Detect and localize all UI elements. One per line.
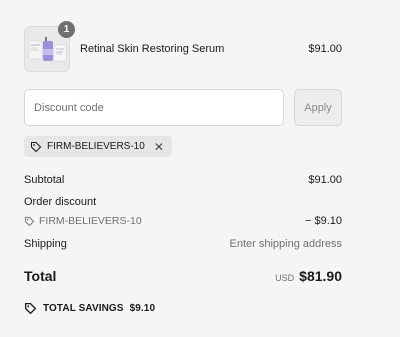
total-value: $81.90: [299, 268, 342, 284]
order-discount-code-group: FIRM-BELIEVERS-10: [24, 215, 142, 227]
apply-button[interactable]: Apply: [294, 89, 342, 126]
close-icon[interactable]: ✕: [154, 141, 164, 153]
subtotal-row: Subtotal $91.00: [24, 174, 342, 186]
total-savings: TOTAL SAVINGS $9.10: [24, 302, 155, 315]
applied-discount-tag: FIRM-BELIEVERS-10 ✕: [24, 136, 172, 157]
total-amount: USD $81.90: [275, 268, 342, 284]
tag-icon: [24, 216, 35, 226]
applied-discount-code: FIRM-BELIEVERS-10: [47, 141, 145, 152]
product-thumbnail: 1: [24, 21, 75, 72]
shipping-value: Enter shipping address: [229, 238, 342, 250]
line-item: 1 Retinal Skin Restoring Serum $91.00: [24, 21, 342, 72]
order-discount-detail-row: FIRM-BELIEVERS-10 − $9.10: [24, 215, 342, 227]
price-tag-icon: [24, 302, 37, 315]
total-savings-label: TOTAL SAVINGS: [43, 303, 124, 314]
quantity-badge: 1: [58, 21, 75, 38]
order-discount-code: FIRM-BELIEVERS-10: [39, 215, 142, 227]
tag-icon: [31, 141, 42, 152]
order-discount-row: Order discount: [24, 196, 342, 208]
total-label: Total: [24, 268, 57, 284]
product-price: $91.00: [308, 43, 342, 55]
discount-row: Apply: [24, 89, 342, 126]
total-row: Total USD $81.90: [24, 268, 342, 284]
total-savings-value: $9.10: [129, 303, 156, 314]
shipping-label: Shipping: [24, 238, 67, 250]
order-discount-label: Order discount: [24, 196, 97, 208]
order-discount-value: − $9.10: [304, 215, 342, 227]
currency-code: USD: [275, 273, 295, 283]
discount-code-input[interactable]: [24, 89, 284, 126]
shipping-row: Shipping Enter shipping address: [24, 238, 342, 250]
subtotal-label: Subtotal: [24, 174, 65, 186]
product-name: Retinal Skin Restoring Serum: [80, 43, 225, 55]
subtotal-value: $91.00: [308, 174, 342, 186]
